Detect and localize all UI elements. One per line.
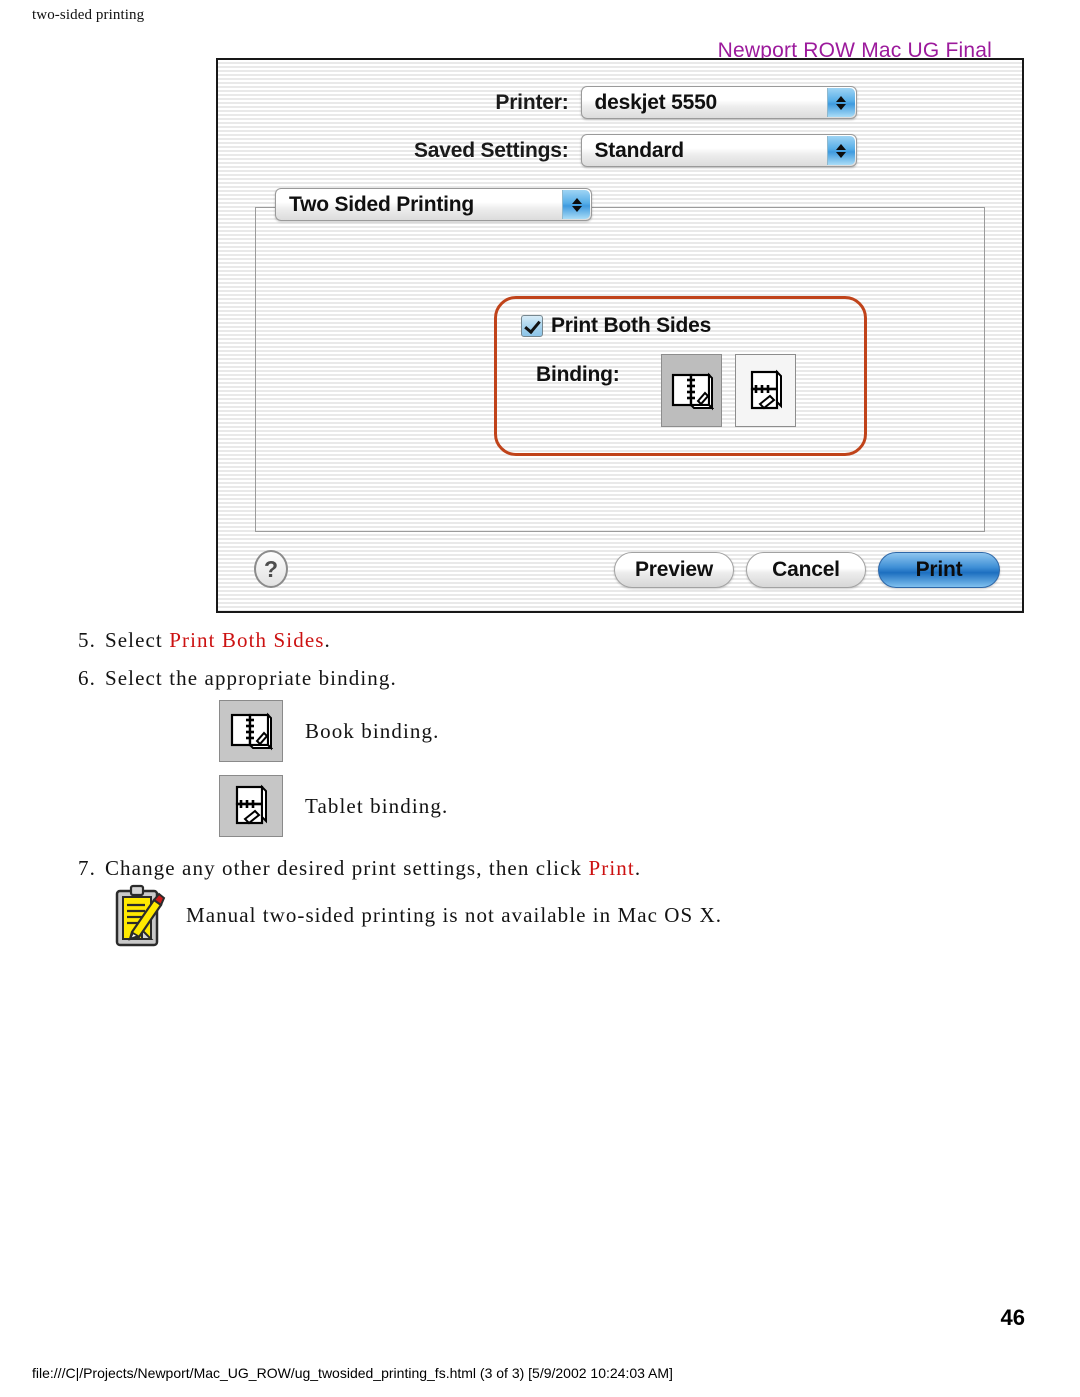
step-7-text-after: . [634,856,642,880]
printer-row: Printer: deskjet 5550 [218,86,1022,119]
pane-popup[interactable]: Two Sided Printing [275,188,592,221]
saved-settings-row: Saved Settings: Standard [218,134,1022,167]
dialog-button-bar: Preview Cancel Print [614,552,1000,588]
tablet-binding-icon [750,369,782,409]
saved-settings-value: Standard [594,138,685,162]
page-footer-url: file:///C|/Projects/Newport/Mac_UG_ROW/u… [32,1365,673,1381]
saved-settings-popup[interactable]: Standard [580,134,857,167]
book-binding-button[interactable] [661,354,722,427]
note-row: Manual two-sided printing is not availab… [112,884,722,950]
help-button[interactable]: ? [254,550,288,588]
tablet-binding-button[interactable] [735,354,796,427]
tablet-binding-icon [235,784,267,825]
print-both-sides-row[interactable]: Print Both Sides [521,314,711,338]
chevron-updown-icon[interactable] [826,136,855,165]
step-6: 6. Select the appropriate binding. [78,666,397,691]
book-binding-legend: Book binding. [219,700,439,762]
tablet-binding-caption: Tablet binding. [305,793,449,818]
print-dialog: Printer: deskjet 5550 Saved Settings: St… [216,58,1024,613]
book-binding-icon [671,372,714,410]
note-text: Manual two-sided printing is not availab… [186,902,723,927]
step-6-text: Select the appropriate binding. [104,666,397,690]
print-button[interactable]: Print [878,552,1000,588]
step-7-number: 7. [78,856,96,880]
preview-button[interactable]: Preview [614,552,734,588]
book-binding-icon-button [219,700,283,762]
pane-value: Two Sided Printing [289,192,475,216]
binding-button-group [661,354,796,427]
step-7-highlight: Print [588,856,635,880]
tablet-binding-legend: Tablet binding. [219,775,448,837]
chevron-updown-icon[interactable] [562,190,590,219]
book-binding-caption: Book binding. [305,718,440,743]
step-5-number: 5. [78,628,96,652]
printer-value: deskjet 5550 [594,90,718,114]
step-6-number: 6. [78,666,96,690]
step-7-text-before: Change any other desired print settings,… [104,856,589,880]
book-binding-icon [230,712,273,751]
print-both-sides-label: Print Both Sides [551,314,712,337]
printer-label: Printer: [495,90,569,114]
step-5-text-after: . [324,628,331,652]
print-both-sides-checkbox[interactable] [521,315,543,337]
page-number: 46 [1000,1305,1025,1330]
step-5-highlight: Print Both Sides [169,628,325,652]
saved-settings-label: Saved Settings: [413,138,569,162]
tablet-binding-icon-button [219,775,283,837]
running-head: two-sided printing [32,7,145,23]
chevron-updown-icon[interactable] [826,88,855,117]
step-7: 7. Change any other desired print setting… [78,856,641,881]
step-5: 5. Select Print Both Sides. [78,628,331,653]
printer-popup[interactable]: deskjet 5550 [580,86,857,119]
note-clipboard-icon [115,884,166,947]
cancel-button[interactable]: Cancel [746,552,866,588]
binding-label: Binding: [536,363,620,386]
step-5-text-before: Select [104,628,170,652]
